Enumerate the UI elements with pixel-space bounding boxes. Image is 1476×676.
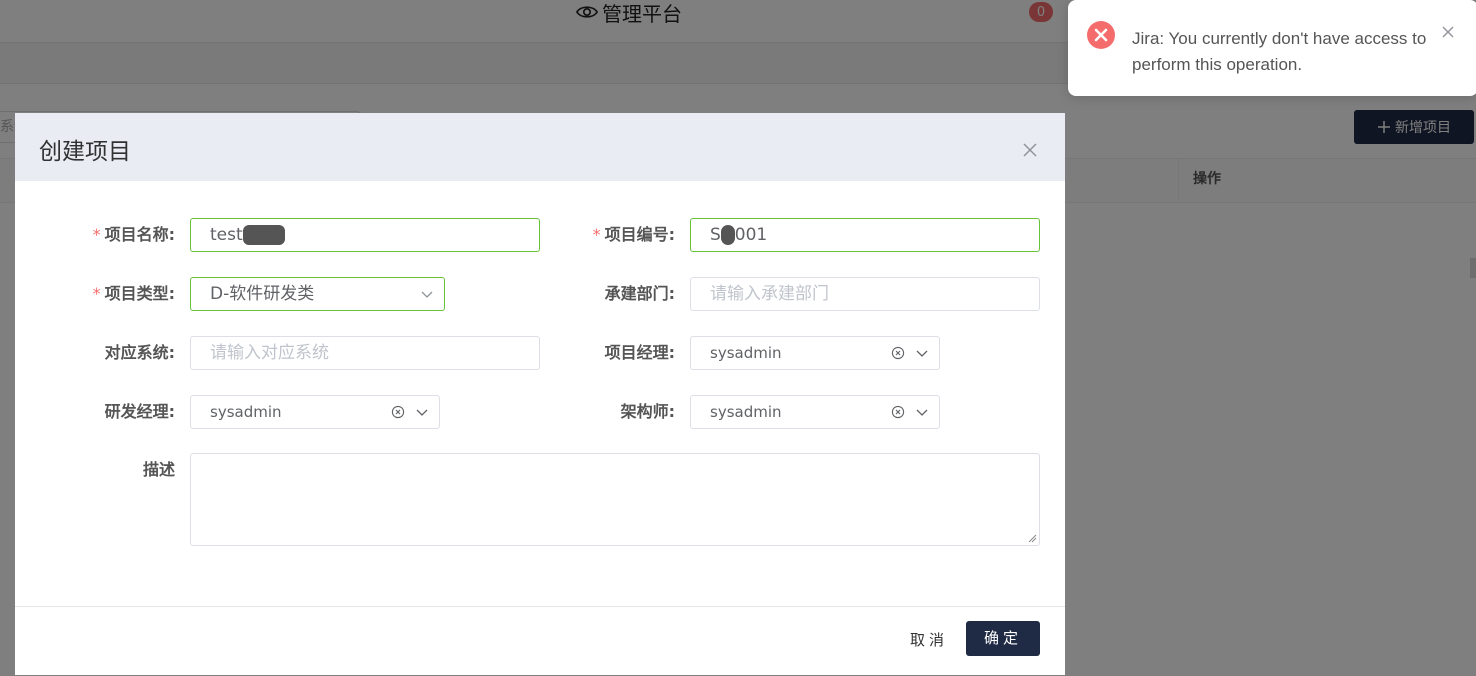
architect-label: 架构师: [620, 402, 675, 421]
chevron-down-icon [416, 409, 428, 416]
error-notification: Jira: You currently don't have access to… [1068, 0, 1476, 96]
dialog-header: 创建项目 [15, 113, 1065, 181]
clear-icon[interactable] [391, 405, 405, 419]
dev-manager-value: sysadmin [210, 403, 282, 421]
create-project-dialog: 创建项目 * 项目名称: test * 项目编号: S 001 * 项目类型: D-软件… [15, 113, 1065, 675]
resize-handle-icon[interactable] [1027, 533, 1037, 543]
system-label: 对应系统: [104, 343, 175, 362]
description-textarea[interactable] [190, 453, 1040, 546]
project-code-prefix: S [710, 225, 721, 245]
notification-message: Jira: You currently don't have access to… [1132, 29, 1427, 74]
dialog-title: 创建项目 [39, 139, 131, 165]
department-placeholder: 请输入承建部门 [710, 284, 829, 304]
dev-manager-label: 研发经理: [104, 402, 175, 421]
architect-select[interactable]: sysadmin [690, 395, 940, 429]
project-name-input[interactable]: test [190, 218, 540, 252]
dialog-footer: 取消 确定 [15, 606, 1065, 676]
architect-value: sysadmin [710, 403, 782, 421]
chevron-down-icon [916, 409, 928, 416]
cancel-button[interactable]: 取消 [899, 623, 959, 657]
project-manager-value: sysadmin [710, 344, 782, 362]
system-placeholder: 请输入对应系统 [210, 343, 329, 363]
project-code-input[interactable]: S 001 [690, 218, 1040, 252]
clear-icon[interactable] [891, 346, 905, 360]
clear-icon[interactable] [891, 405, 905, 419]
project-name-label: * 项目名称: [92, 225, 175, 244]
required-star: * [592, 225, 601, 244]
chevron-down-icon [916, 350, 928, 357]
department-input[interactable]: 请输入承建部门 [690, 277, 1040, 311]
department-label: 承建部门: [604, 284, 675, 303]
project-manager-label: 项目经理: [604, 343, 675, 362]
project-code-label: * 项目编号: [592, 225, 675, 244]
close-icon[interactable] [1440, 24, 1456, 40]
project-manager-select[interactable]: sysadmin [690, 336, 940, 370]
redaction-mask [242, 225, 285, 245]
project-type-select[interactable]: D-软件研发类 [190, 277, 445, 311]
error-circle-icon [1087, 21, 1115, 49]
redaction-mask [720, 225, 735, 245]
project-code-suffix: 001 [734, 225, 768, 245]
chevron-down-icon [421, 291, 433, 298]
close-icon [1023, 143, 1037, 157]
system-input[interactable]: 请输入对应系统 [190, 336, 540, 370]
required-star: * [92, 284, 101, 303]
dialog-close-button[interactable] [1019, 139, 1041, 161]
description-label: 描述 [142, 460, 175, 479]
confirm-button[interactable]: 确定 [966, 621, 1040, 656]
dev-manager-select[interactable]: sysadmin [190, 395, 440, 429]
project-type-value: D-软件研发类 [210, 284, 315, 304]
required-star: * [92, 225, 101, 244]
project-name-value: test [210, 225, 243, 245]
project-type-label: * 项目类型: [92, 284, 175, 303]
